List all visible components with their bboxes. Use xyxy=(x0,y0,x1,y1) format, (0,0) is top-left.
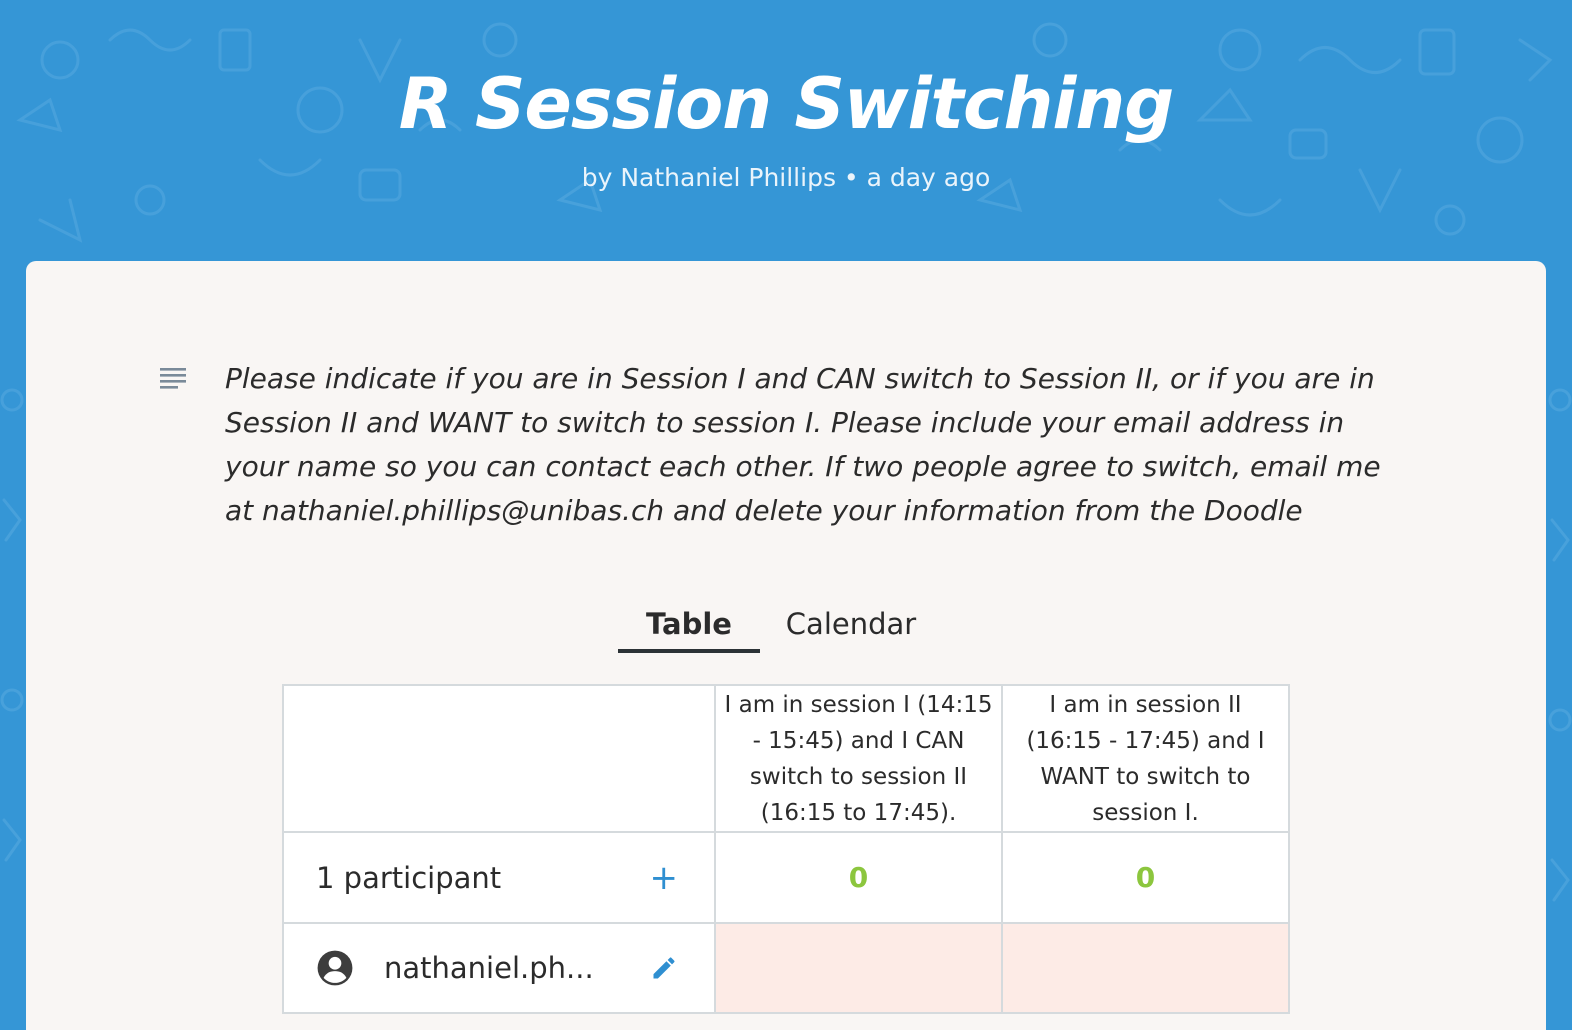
participant-vote-cell-1[interactable] xyxy=(716,924,1003,1012)
poll-table: I am in session I (14:15 - 15:45) and I … xyxy=(282,684,1290,1014)
participants-summary-cell: 1 participant + xyxy=(284,833,716,922)
tab-table[interactable]: Table xyxy=(618,599,760,653)
notes-lines-icon xyxy=(160,368,186,389)
participant-count-row: 1 participant + 0 0 xyxy=(284,833,1288,924)
participant-count: 1 participant xyxy=(316,860,502,895)
vote-count-cell-1: 0 xyxy=(716,833,1003,922)
account-circle-icon xyxy=(317,950,353,986)
participant-row: nathaniel.ph... xyxy=(284,924,1288,1012)
option-label-2: I am in session II (16:15 - 17:45) and I… xyxy=(1026,691,1265,826)
plus-icon[interactable]: + xyxy=(650,861,679,895)
poll-title: R Session Switching xyxy=(398,63,1175,145)
participant-name-cell: nathaniel.ph... xyxy=(284,924,716,1012)
participant-name: nathaniel.ph... xyxy=(384,951,594,985)
option-header-1: I am in session I (14:15 - 15:45) and I … xyxy=(716,686,1003,831)
participant-vote-cell-2[interactable] xyxy=(1003,924,1288,1012)
option-header-2: I am in session II (16:15 - 17:45) and I… xyxy=(1003,686,1288,831)
vote-count-1: 0 xyxy=(848,861,869,894)
options-header-row: I am in session I (14:15 - 15:45) and I … xyxy=(284,686,1288,833)
poll-card: Please indicate if you are in Session I … xyxy=(26,261,1546,1030)
pencil-icon[interactable] xyxy=(650,954,678,982)
poll-header: R Session Switching by Nathaniel Phillip… xyxy=(0,0,1572,260)
poll-byline: by Nathaniel Phillips • a day ago xyxy=(581,163,991,192)
vote-count-cell-2: 0 xyxy=(1003,833,1288,922)
tab-calendar[interactable]: Calendar xyxy=(770,599,932,649)
poll-description: Please indicate if you are in Session I … xyxy=(225,362,1381,527)
vote-count-2: 0 xyxy=(1135,861,1156,894)
header-corner-cell xyxy=(284,686,716,831)
option-label-1: I am in session I (14:15 - 15:45) and I … xyxy=(724,691,993,826)
